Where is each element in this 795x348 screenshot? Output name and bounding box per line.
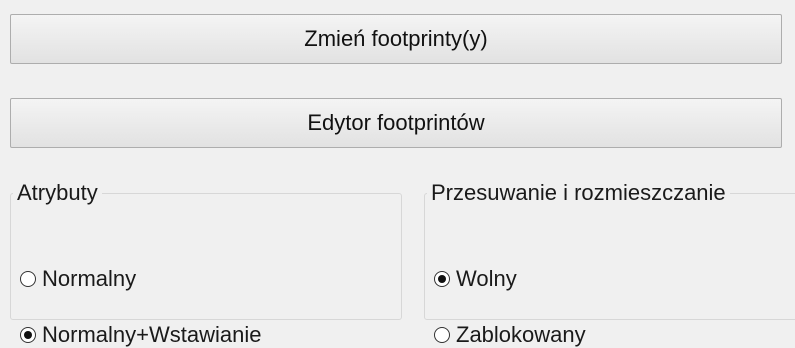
attributes-group-title: Atrybuty	[17, 180, 98, 205]
move-placement-group: Przesuwanie i rozmieszczanie Wolny Zablo…	[424, 180, 795, 347]
radio-normal[interactable]: Normalny	[20, 266, 136, 292]
attributes-group: Atrybuty Normalny Normalny+Wstawianie	[10, 180, 402, 347]
radio-normal-label: Normalny	[42, 266, 137, 291]
radio-normal-insert-label: Normalny+Wstawianie	[42, 322, 262, 347]
radio-free-label: Wolny	[456, 266, 517, 291]
change-footprints-button[interactable]: Zmień footprinty(y)	[10, 14, 782, 64]
radio-free[interactable]: Wolny	[434, 266, 517, 292]
radio-unselected-icon[interactable]	[20, 271, 36, 287]
radio-normal-insert[interactable]: Normalny+Wstawianie	[20, 322, 261, 348]
radio-selected-icon[interactable]	[20, 327, 36, 343]
footprint-editor-button[interactable]: Edytor footprintów	[10, 98, 782, 148]
radio-selected-icon[interactable]	[434, 271, 450, 287]
radio-unselected-icon[interactable]	[434, 327, 450, 343]
radio-locked-label: Zablokowany	[456, 322, 586, 347]
move-placement-group-title: Przesuwanie i rozmieszczanie	[431, 180, 726, 205]
radio-locked[interactable]: Zablokowany	[434, 322, 586, 348]
